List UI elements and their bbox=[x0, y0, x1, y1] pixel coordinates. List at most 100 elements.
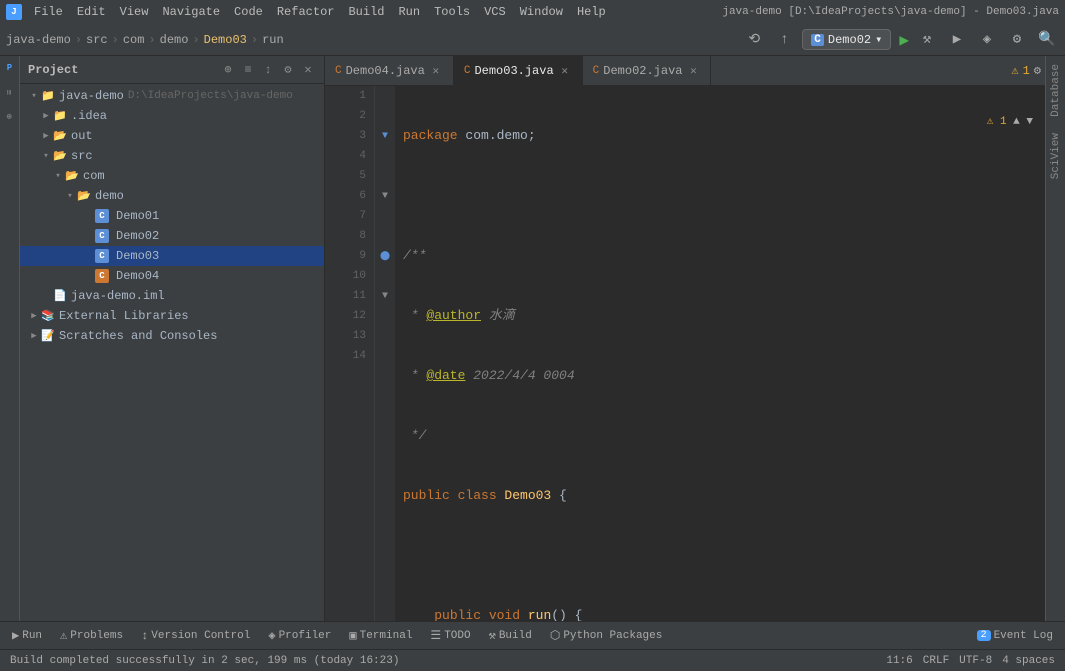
gutter-icons: ▼ ▼ ⬤ ▼ bbox=[375, 86, 395, 621]
menu-window[interactable]: Window bbox=[514, 3, 569, 21]
code-editor[interactable]: 1 2 3 4 5 6 7 8 9 10 11 12 13 14 ▼ bbox=[325, 86, 1045, 621]
ln-2: 2 bbox=[333, 106, 366, 126]
sidebar-database-label[interactable]: Database bbox=[1048, 56, 1064, 125]
bottom-tab-build[interactable]: ⚒ Build bbox=[481, 625, 540, 647]
tree-demo01[interactable]: ▶ C Demo01 bbox=[20, 206, 324, 226]
menu-edit[interactable]: Edit bbox=[71, 3, 112, 21]
menu-file[interactable]: File bbox=[28, 3, 69, 21]
gutter-11: ▼ bbox=[375, 286, 395, 306]
status-cursor[interactable]: 11:6 bbox=[882, 651, 916, 671]
run-button[interactable]: ▶ bbox=[899, 30, 909, 50]
panel-collapse-icon[interactable]: ≡ bbox=[240, 62, 256, 78]
tree-iml[interactable]: ▶ 📄 java-demo.iml bbox=[20, 286, 324, 306]
tree-root-java-demo[interactable]: ▾ 📁 java-demo D:\IdeaProjects\java-demo bbox=[20, 86, 324, 106]
tree-out[interactable]: ▶ 📂 out bbox=[20, 126, 324, 146]
code-content[interactable]: package com.demo; /** * @author 水滴 * @da… bbox=[395, 86, 1045, 621]
bottom-tab-problems[interactable]: ⚠ Problems bbox=[52, 625, 131, 647]
main-area: P ≡ ⊕ Project ⊕ ≡ ↕ ⚙ ✕ ▾ 📁 java-demo D:… bbox=[0, 56, 1065, 621]
menu-tools[interactable]: Tools bbox=[428, 3, 476, 21]
search-button[interactable]: 🔍 bbox=[1035, 28, 1059, 52]
panel-close-icon[interactable]: ✕ bbox=[300, 62, 316, 78]
warning-icon: ⚠ bbox=[1011, 63, 1018, 78]
tree-demo02[interactable]: ▶ C Demo02 bbox=[20, 226, 324, 246]
status-indent[interactable]: 4 spaces bbox=[998, 651, 1059, 671]
tree-demo[interactable]: ▾ 📂 demo bbox=[20, 186, 324, 206]
code-line-2 bbox=[403, 186, 1037, 206]
gutter-10 bbox=[375, 266, 395, 286]
sidebar-project-icon[interactable]: P bbox=[2, 60, 18, 76]
tree-external-libs[interactable]: ▶ 📚 External Libraries bbox=[20, 306, 324, 326]
tree-demo03[interactable]: ▶ C Demo03 bbox=[20, 246, 324, 266]
vcs-update-button[interactable]: ⟲ bbox=[742, 28, 766, 52]
tree-label-demo01: Demo01 bbox=[116, 209, 159, 223]
tab-demo04[interactable]: C Demo04.java ✕ bbox=[325, 56, 454, 86]
run-config-selector[interactable]: C Demo02 ▾ bbox=[802, 29, 891, 50]
bottom-tab-vcs[interactable]: ↕ Version Control bbox=[133, 625, 258, 647]
breadcrumb-method[interactable]: run bbox=[262, 33, 284, 47]
tab-demo04-close[interactable]: ✕ bbox=[429, 64, 443, 78]
menu-vcs[interactable]: VCS bbox=[478, 3, 512, 21]
menu-code[interactable]: Code bbox=[228, 3, 269, 21]
bottom-tab-profiler[interactable]: ◈ Profiler bbox=[260, 625, 339, 647]
status-line-sep[interactable]: CRLF bbox=[919, 651, 953, 671]
profile-button[interactable]: ◈ bbox=[975, 28, 999, 52]
terminal-tab-icon: ▣ bbox=[349, 628, 356, 643]
tree-scratches[interactable]: ▶ 📝 Scratches and Consoles bbox=[20, 326, 324, 346]
tab-demo03-close[interactable]: ✕ bbox=[558, 64, 572, 78]
problems-tab-label: Problems bbox=[70, 630, 123, 642]
breadcrumb-demo[interactable]: demo bbox=[160, 33, 189, 47]
build-button[interactable]: ⚒ bbox=[915, 28, 939, 52]
gutter-7 bbox=[375, 206, 395, 226]
gutter-3: ▼ bbox=[375, 126, 395, 146]
menu-run[interactable]: Run bbox=[392, 3, 426, 21]
tree-com[interactable]: ▾ 📂 com bbox=[20, 166, 324, 186]
tab-demo02[interactable]: C Demo02.java ✕ bbox=[583, 56, 712, 86]
tab-demo03[interactable]: C Demo03.java ✕ bbox=[454, 56, 583, 86]
tab-demo02-close[interactable]: ✕ bbox=[686, 64, 700, 78]
breadcrumb-com[interactable]: com bbox=[123, 33, 145, 47]
breadcrumb-src[interactable]: src bbox=[86, 33, 108, 47]
bottom-tab-python[interactable]: ⬡ Python Packages bbox=[542, 625, 671, 647]
terminal-tab-label: Terminal bbox=[360, 630, 413, 642]
chevron-down-icon: ▾ bbox=[875, 32, 882, 47]
breadcrumb-project[interactable]: java-demo bbox=[6, 33, 71, 47]
panel-sort-icon[interactable]: ↕ bbox=[260, 62, 276, 78]
menu-help[interactable]: Help bbox=[571, 3, 612, 21]
python-tab-icon: ⬡ bbox=[550, 628, 560, 643]
menu-refactor[interactable]: Refactor bbox=[271, 3, 341, 21]
ln-11: 11 bbox=[333, 286, 366, 306]
menu-view[interactable]: View bbox=[114, 3, 155, 21]
window-title: java-demo [D:\IdeaProjects\java-demo] - … bbox=[722, 6, 1059, 18]
tree-path: D:\IdeaProjects\java-demo bbox=[128, 90, 293, 102]
todo-tab-label: TODO bbox=[444, 630, 470, 642]
tree-label-demo: demo bbox=[95, 189, 124, 203]
bottom-tab-run[interactable]: ▶ Run bbox=[4, 625, 50, 647]
iml-icon: 📄 bbox=[52, 288, 68, 304]
bottom-tab-eventlog[interactable]: 2 Event Log bbox=[969, 625, 1061, 647]
sidebar-sciview-label[interactable]: SciView bbox=[1048, 125, 1064, 187]
ln-7: 7 bbox=[333, 206, 366, 226]
panel-settings-icon[interactable]: ⚙ bbox=[280, 62, 296, 78]
sidebar-structure-icon[interactable]: ≡ bbox=[2, 84, 18, 100]
eventlog-badge: 2 bbox=[977, 630, 991, 641]
tab-settings-icon[interactable]: ⚙ bbox=[1034, 63, 1041, 78]
menu-navigate[interactable]: Navigate bbox=[156, 3, 226, 21]
tree-idea[interactable]: ▶ 📁 .idea bbox=[20, 106, 324, 126]
bottom-tab-terminal[interactable]: ▣ Terminal bbox=[341, 625, 420, 647]
coverage-button[interactable]: ▶ bbox=[945, 28, 969, 52]
settings-button[interactable]: ⚙ bbox=[1005, 28, 1029, 52]
vcs-push-button[interactable]: ↑ bbox=[772, 28, 796, 52]
menu-build[interactable]: Build bbox=[342, 3, 390, 21]
panel-add-icon[interactable]: ⊕ bbox=[220, 62, 236, 78]
sidebar-bookmarks-icon[interactable]: ⊕ bbox=[2, 108, 18, 124]
code-line-3: /** bbox=[403, 246, 1037, 266]
tree-label-libs: External Libraries bbox=[59, 309, 189, 323]
bottom-tab-todo[interactable]: ☰ TODO bbox=[422, 625, 478, 647]
gutter-13 bbox=[375, 326, 395, 346]
breadcrumb-class[interactable]: Demo03 bbox=[204, 33, 247, 47]
status-encoding[interactable]: UTF-8 bbox=[955, 651, 996, 671]
tree-src[interactable]: ▾ 📂 src bbox=[20, 146, 324, 166]
tree-demo04[interactable]: ▶ C Demo04 bbox=[20, 266, 324, 286]
tree-label-demo02: Demo02 bbox=[116, 229, 159, 243]
folder-out-icon: 📂 bbox=[52, 128, 68, 144]
